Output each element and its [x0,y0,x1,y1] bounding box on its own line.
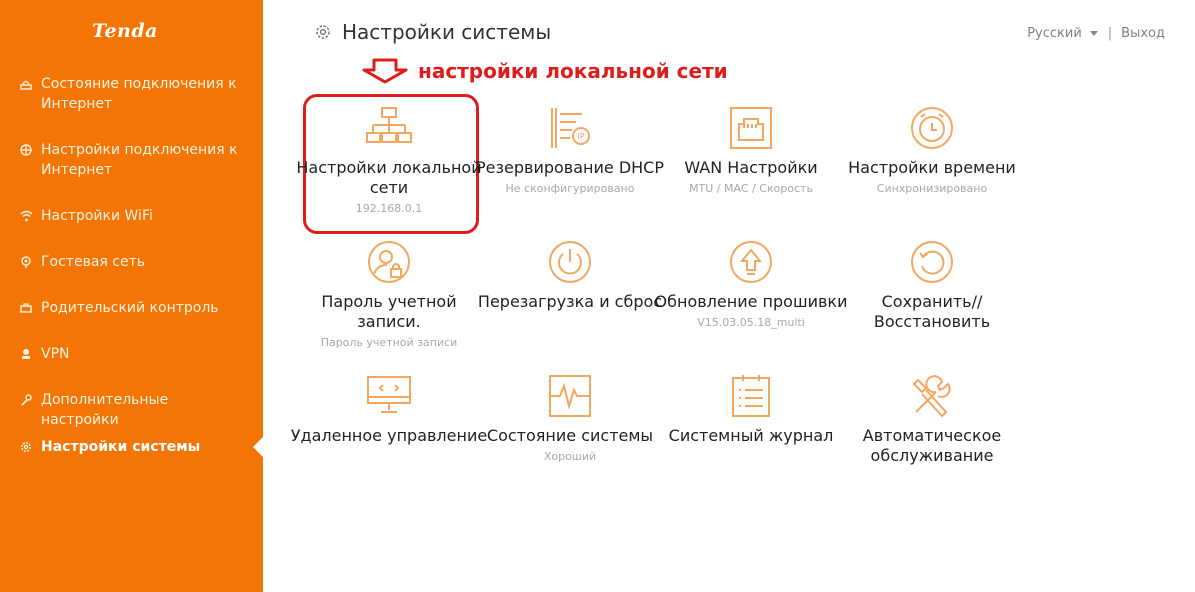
tile-reboot-reset[interactable]: Перезагрузка и сброс [470,240,670,316]
brand-logo: Tenda [92,20,158,42]
tile-title: WAN Настройки [684,158,818,177]
tile-firmware-upgrade[interactable]: Обновление прошивки V15.03.05.18_multi [651,240,851,330]
sidebar-item-label: VPN [41,346,70,362]
tile-title: Резервирование DHCP [476,158,664,177]
sidebar-item-label: Состояние подключения к Интернет [41,76,237,112]
tile-subtitle: V15.03.05.18_multi [697,316,805,329]
tile-title: Состояние системы [486,426,654,445]
sidebar-item-wifi[interactable]: Настройки WiFi [20,206,250,226]
sidebar-item-vpn[interactable]: VPN [20,344,250,364]
tile-title: Пароль учетной записи. [321,292,457,331]
tile-account-password[interactable]: Пароль учетной записи. Пароль учетной за… [289,240,489,350]
tile-backup-restore[interactable]: Сохранить// Восстановить [832,240,1032,336]
alarm-clock-icon [911,107,953,149]
svg-text:IP: IP [577,132,584,141]
tile-title: Сохранить// Восстановить [873,292,991,331]
tile-time-settings[interactable]: Настройки времени Синхронизировано [832,106,1032,196]
network-icon [20,140,34,160]
tile-system-log[interactable]: Системный журнал [651,374,851,450]
gear-icon [316,25,330,39]
tile-title: Перезагрузка и сброс [477,292,663,311]
tile-subtitle: MTU / MAC / Скорость [689,182,813,195]
sidebar-item-system-settings[interactable]: Настройки системы [20,437,250,457]
tile-subtitle: Не сконфигурировано [505,182,635,195]
tile-system-status[interactable]: Состояние системы Хороший [470,374,670,464]
lan-topology-icon [366,107,412,143]
vpn-icon [20,344,34,364]
sidebar-item-advanced[interactable]: Дополнительные настройки [20,390,250,430]
sidebar-item-label: Гостевая сеть [41,254,145,270]
sidebar-item-internet-settings[interactable]: Настройки подключения к Интернет [20,140,250,180]
sidebar-item-label: Дополнительные настройки [41,392,169,428]
annotation-text: настройки локальной сети [418,59,728,83]
parental-icon [20,298,34,318]
tile-subtitle: Пароль учетной записи [320,336,458,349]
down-arrow-icon [362,58,408,84]
sidebar-item-label: Настройки системы [41,439,201,455]
sidebar-item-label: Настройки подключения к Интернет [41,142,238,178]
sidebar-item-guest-network[interactable]: Гостевая сеть [20,252,250,272]
wrench-icon [20,390,34,410]
tile-remote-management[interactable]: Удаленное управление [289,374,489,450]
sidebar-item-label: Родительский контроль [41,300,219,316]
remote-monitor-icon [367,376,411,413]
page-title-text: Настройки системы [342,20,552,44]
tile-subtitle: Хороший [543,450,597,463]
gear-icon [20,437,34,457]
header-controls: Русский | Выход [1027,26,1165,41]
logout-link[interactable]: Выход [1121,26,1165,41]
page-title: Настройки системы [314,20,551,44]
tile-wan-settings[interactable]: WAN Настройки MTU / MAC / Скорость [651,106,851,196]
sidebar-item-internet-status[interactable]: Состояние подключения к Интернет [20,74,250,114]
tile-dhcp-reservation[interactable]: IP Резервирование DHCP Не сконфигурирова… [470,106,670,196]
sidebar-item-parental-control[interactable]: Родительский контроль [20,298,250,318]
ethernet-port-icon [730,107,772,149]
user-lock-icon [368,241,410,283]
active-item-pointer [253,437,263,457]
sidebar-item-label: Настройки WiFi [41,208,153,224]
tile-title: Настройки локальной сети [296,158,482,197]
tile-title: Обновление прошивки [654,292,848,311]
sidebar: Tenda Состояние подключения к Интернет Н… [0,0,263,592]
chevron-down-icon[interactable] [1089,31,1098,36]
header-separator: | [1107,26,1113,41]
dhcp-reservation-icon: IP [551,108,590,148]
tile-subtitle: 192.168.0.1 [355,202,423,215]
tile-title: Системный журнал [668,426,834,445]
globe-icon [20,74,34,94]
tile-title: Настройки времени [848,158,1016,177]
tile-title: Удаленное управление [290,426,488,445]
power-icon [549,241,591,283]
tile-auto-maintenance[interactable]: Автоматическое обслуживание [832,374,1032,470]
restore-icon [911,241,953,283]
language-select[interactable]: Русский [1027,26,1082,41]
guest-icon [20,252,34,272]
annotation: настройки локальной сети [360,58,728,84]
wifi-icon [20,206,34,226]
pulse-icon [549,375,591,417]
upgrade-arrow-icon [730,241,772,283]
log-list-icon [732,375,770,417]
tools-icon [912,375,951,418]
tile-title: Автоматическое обслуживание [862,426,1002,465]
tile-lan-settings[interactable]: Настройки локальной сети 192.168.0.1 [289,106,489,216]
tile-subtitle: Синхронизировано [876,182,988,195]
